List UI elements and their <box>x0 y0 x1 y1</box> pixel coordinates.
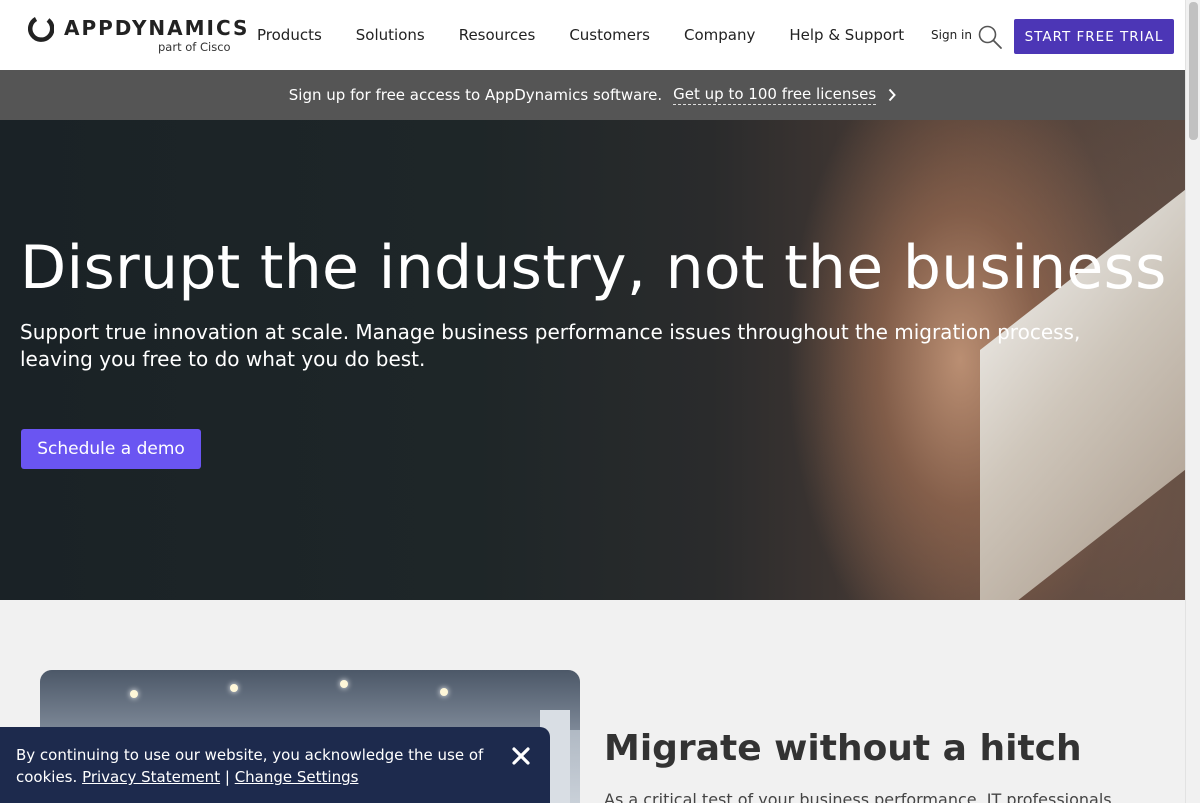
cookie-separator: | <box>224 768 230 786</box>
appdynamics-logo-mark-icon <box>28 17 54 42</box>
logo-wordmark: APPDYNAMICS <box>64 16 250 40</box>
hero-title: Disrupt the industry, not the business <box>20 233 1167 303</box>
free-licenses-link[interactable]: Get up to 100 free licenses <box>673 85 877 105</box>
close-icon[interactable] <box>511 746 531 766</box>
sign-in-link[interactable]: Sign in <box>931 28 972 42</box>
site-header: APPDYNAMICS part of Cisco Products Solut… <box>0 0 1185 70</box>
schedule-demo-button[interactable]: Schedule a demo <box>21 429 201 469</box>
announcement-bar: Sign up for free access to AppDynamics s… <box>0 70 1185 120</box>
start-free-trial-button[interactable]: START FREE TRIAL <box>1014 19 1174 54</box>
section-body: As a critical test of your business perf… <box>604 790 1112 803</box>
nav-company[interactable]: Company <box>684 26 755 44</box>
hero-banner: Disrupt the industry, not the business S… <box>0 120 1185 600</box>
chevron-right-icon[interactable] <box>888 88 897 102</box>
page-scrollbar[interactable] <box>1185 0 1200 803</box>
change-settings-link[interactable]: Change Settings <box>235 768 359 786</box>
nav-resources[interactable]: Resources <box>459 26 536 44</box>
hero-background-image <box>980 146 1185 600</box>
logo-subtitle: part of Cisco <box>158 40 231 54</box>
nav-products[interactable]: Products <box>257 26 322 44</box>
nav-help-support[interactable]: Help & Support <box>789 26 904 44</box>
nav-customers[interactable]: Customers <box>569 26 650 44</box>
section-title: Migrate without a hitch <box>604 728 1082 769</box>
main-nav: Products Solutions Resources Customers C… <box>257 0 904 70</box>
scrollbar-thumb[interactable] <box>1189 2 1198 140</box>
announcement-text: Sign up for free access to AppDynamics s… <box>288 86 663 104</box>
cookie-banner: By continuing to use our website, you ac… <box>0 727 550 803</box>
nav-solutions[interactable]: Solutions <box>356 26 425 44</box>
cookie-message: By continuing to use our website, you ac… <box>16 744 486 788</box>
search-icon[interactable] <box>977 24 1003 50</box>
appdynamics-logo[interactable]: APPDYNAMICS part of Cisco <box>28 14 247 56</box>
privacy-statement-link[interactable]: Privacy Statement <box>82 768 220 786</box>
hero-subtitle: Support true innovation at scale. Manage… <box>20 320 1081 371</box>
